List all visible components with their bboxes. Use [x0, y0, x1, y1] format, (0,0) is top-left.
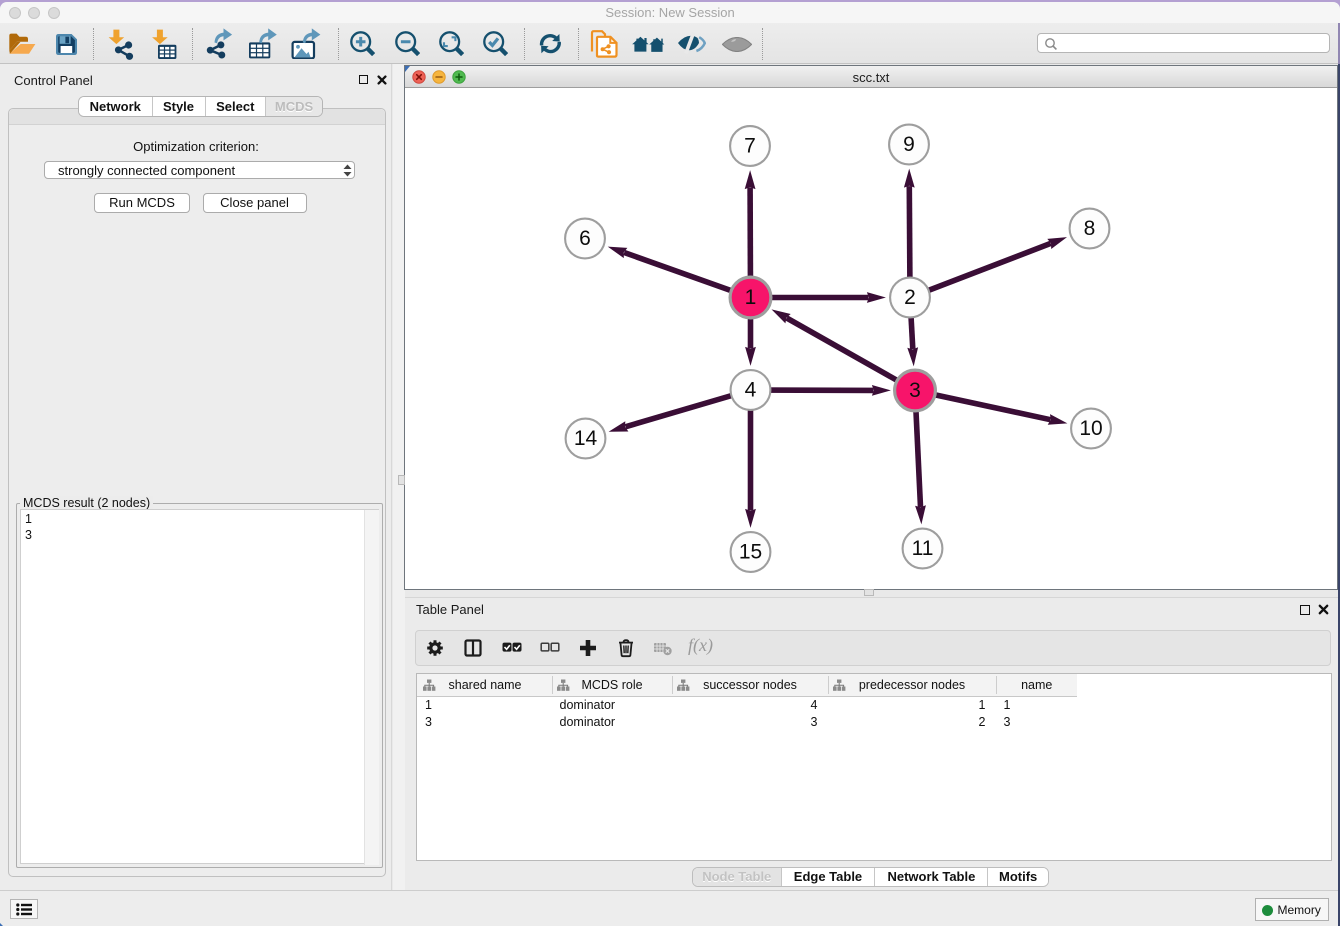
svg-text:11: 11	[912, 537, 934, 560]
svg-text:10: 10	[1079, 417, 1102, 440]
svg-text:3: 3	[909, 379, 921, 402]
svg-text:4: 4	[745, 378, 757, 401]
svg-text:2: 2	[904, 286, 916, 309]
svg-text:7: 7	[744, 134, 756, 157]
svg-text:15: 15	[739, 540, 762, 563]
svg-text:8: 8	[1084, 217, 1096, 240]
svg-text:6: 6	[579, 227, 591, 250]
svg-text:14: 14	[574, 427, 598, 450]
svg-text:9: 9	[903, 133, 915, 156]
svg-text:1: 1	[745, 286, 757, 309]
